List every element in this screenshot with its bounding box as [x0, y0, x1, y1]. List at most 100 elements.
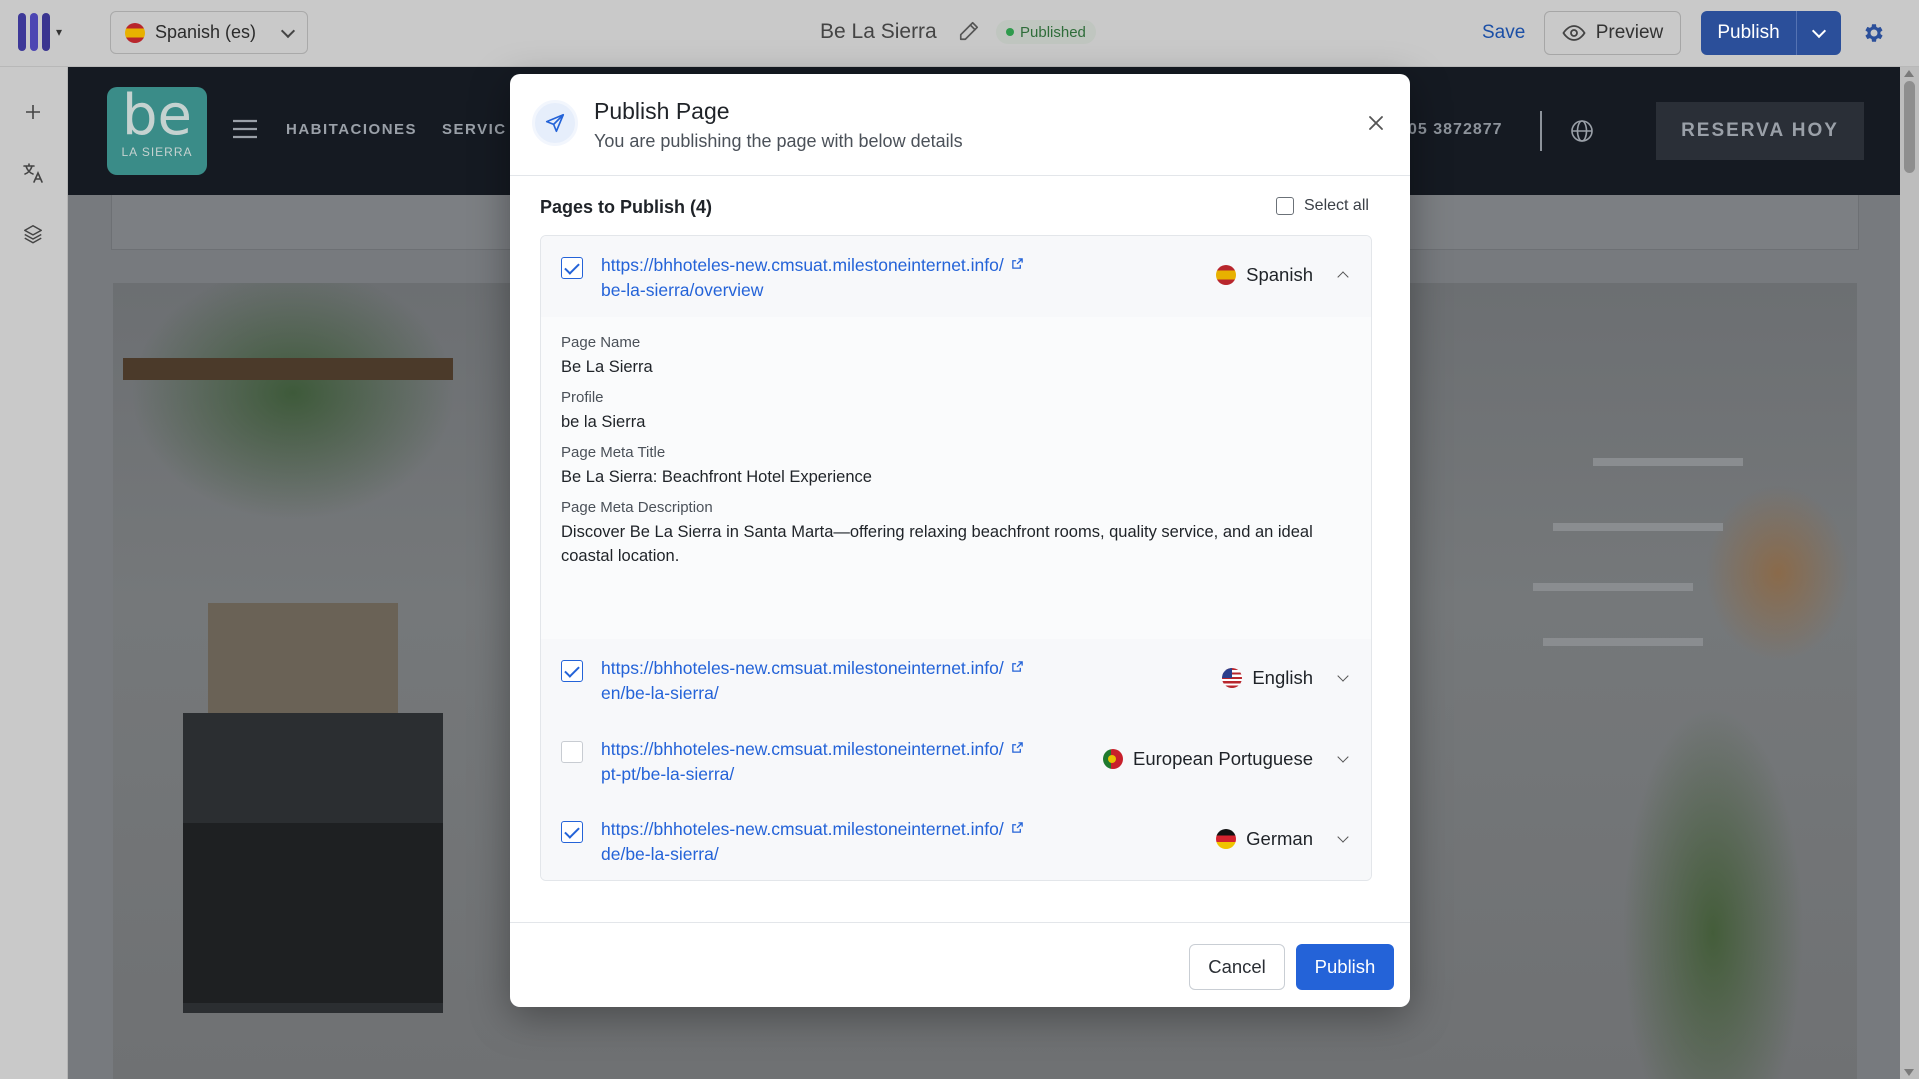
language-label: Spanish [1246, 264, 1313, 285]
page-details-panel: Page Name Be La Sierra Profile be la Sie… [541, 317, 1371, 640]
scrollbar-thumb[interactable] [1904, 81, 1915, 173]
us-flag-icon [1222, 668, 1243, 688]
chevron-up-icon [1337, 271, 1349, 283]
modal-subtitle: You are publishing the page with below d… [594, 131, 963, 151]
plus-icon [26, 105, 40, 119]
external-link-icon [1011, 742, 1023, 753]
chevron-down-icon: ▾ [56, 25, 63, 39]
language-toggle-european-portuguese[interactable]: European Portuguese [1103, 748, 1349, 770]
meta-title-value: Be La Sierra: Beachfront Hotel Experienc… [561, 468, 872, 486]
send-icon [532, 100, 578, 146]
modal-footer: Cancel Publish [510, 922, 1410, 1007]
site-logo-subtext: LA SIERRA [121, 145, 193, 159]
phone-number[interactable]: 05 3872877 [1408, 121, 1503, 139]
save-button[interactable]: Save [1482, 22, 1525, 44]
language-toggle-german[interactable]: German [1216, 828, 1349, 850]
page-checkbox-english[interactable] [561, 660, 583, 682]
status-dot-icon [1006, 28, 1014, 36]
meta-description-label: Page Meta Description [561, 499, 713, 516]
profile-label: Profile [561, 389, 604, 406]
spain-flag-icon [1216, 265, 1237, 285]
status-badge: Published [996, 20, 1096, 44]
portugal-flag-icon [1103, 749, 1123, 769]
publish-split-button: Publish [1701, 11, 1841, 55]
page-row-english: https://bhhoteles-new.cmsuat.milestonein… [541, 639, 1371, 721]
page-url-link[interactable]: https://bhhoteles-new.cmsuat.milestonein… [601, 656, 1061, 706]
translate-icon [23, 163, 43, 183]
page-url-link[interactable]: https://bhhoteles-new.cmsuat.milestonein… [601, 817, 1061, 867]
spain-flag-icon [125, 22, 145, 43]
preview-button-label: Preview [1595, 22, 1664, 43]
translate-button[interactable] [18, 158, 48, 188]
page-url-line2: be-la-sierra/overview [601, 280, 764, 300]
chevron-down-icon [1337, 831, 1349, 843]
page-scrollbar[interactable] [1900, 67, 1919, 1079]
language-toggle-english[interactable]: English [1222, 667, 1349, 689]
gear-icon[interactable] [1862, 21, 1886, 45]
hamburger-icon[interactable] [232, 119, 258, 139]
close-button[interactable] [1365, 112, 1387, 134]
site-logo-text: be [122, 83, 192, 148]
page-checkbox-german[interactable] [561, 821, 583, 843]
page-row-german: https://bhhoteles-new.cmsuat.milestonein… [541, 800, 1371, 880]
page-checkbox-european-portuguese[interactable] [561, 741, 583, 763]
select-all-label: Select all [1304, 197, 1369, 214]
page-url-link[interactable]: https://bhhoteles-new.cmsuat.milestonein… [601, 737, 1061, 787]
publish-options-button[interactable] [1796, 11, 1841, 55]
reserve-now-button[interactable]: RESERVA HOY [1656, 102, 1864, 160]
nav-item-servicios[interactable]: SERVIC [442, 121, 507, 138]
page-row-spanish: https://bhhoteles-new.cmsuat.milestonein… [541, 236, 1371, 640]
language-label: German [1246, 828, 1313, 849]
app-menu-button[interactable]: ▾ [18, 12, 80, 52]
meta-description-value: Discover Be La Sierra in Santa Marta—off… [561, 523, 1313, 565]
page-url-line1: https://bhhoteles-new.cmsuat.milestonein… [601, 739, 1004, 759]
page-checkbox-spanish[interactable] [561, 257, 583, 279]
layers-button[interactable] [18, 219, 48, 249]
external-link-icon [1011, 258, 1023, 269]
page-name-label: Page Name [561, 334, 641, 351]
globe-icon[interactable] [1570, 119, 1594, 143]
language-selector-label: Spanish (es) [155, 22, 257, 42]
eye-icon [1562, 25, 1586, 41]
language-label: English [1252, 667, 1313, 688]
page-url-line2: de/be-la-sierra/ [601, 844, 719, 864]
select-all-checkbox[interactable]: Select all [1276, 197, 1369, 215]
page-url-line1: https://bhhoteles-new.cmsuat.milestonein… [601, 255, 1004, 275]
close-icon [1369, 116, 1383, 130]
scroll-down-arrow-icon[interactable] [1904, 1069, 1914, 1076]
modal-header: Publish Page You are publishing the page… [510, 74, 1410, 176]
left-rail [0, 67, 68, 1079]
profile-value: be la Sierra [561, 413, 646, 431]
select-all-checkbox-box[interactable] [1276, 197, 1294, 215]
scroll-up-arrow-icon[interactable] [1904, 70, 1914, 77]
pages-to-publish-heading: Pages to Publish (4) [540, 197, 713, 217]
page-url-line1: https://bhhoteles-new.cmsuat.milestonein… [601, 819, 1004, 839]
language-toggle-spanish[interactable]: Spanish [1216, 264, 1349, 286]
chevron-down-icon [1811, 23, 1827, 39]
page-url-link[interactable]: https://bhhoteles-new.cmsuat.milestonein… [601, 253, 1061, 303]
pencil-icon[interactable] [958, 20, 980, 42]
site-logo[interactable]: be LA SIERRA [107, 87, 207, 175]
chevron-down-icon [1337, 751, 1349, 763]
top-publish-button[interactable]: Publish [1701, 11, 1796, 55]
language-selector[interactable]: Spanish (es) [110, 11, 308, 54]
chevron-down-icon [1337, 670, 1349, 682]
layers-icon [24, 225, 42, 244]
page-name-value: Be La Sierra [561, 358, 653, 376]
cancel-button[interactable]: Cancel [1189, 944, 1285, 990]
nav-item-habitaciones[interactable]: HABITACIONES [286, 121, 417, 138]
page-row-european-portuguese: https://bhhoteles-new.cmsuat.milestonein… [541, 720, 1371, 801]
chevron-down-icon [280, 23, 296, 38]
pages-list: https://bhhoteles-new.cmsuat.milestonein… [540, 235, 1372, 881]
page-title: Be La Sierra [820, 20, 937, 43]
external-link-icon [1011, 822, 1023, 833]
publish-button[interactable]: Publish [1296, 944, 1394, 990]
status-badge-label: Published [1020, 23, 1086, 41]
add-block-button[interactable] [18, 97, 48, 127]
top-toolbar: ▾ Spanish (es) Be La Sierra Published Sa… [0, 0, 1919, 67]
page-url-line1: https://bhhoteles-new.cmsuat.milestonein… [601, 658, 1004, 678]
meta-title-label: Page Meta Title [561, 444, 666, 461]
app-logo-icon [18, 13, 50, 51]
preview-button[interactable]: Preview [1544, 11, 1681, 55]
page-url-line2: en/be-la-sierra/ [601, 683, 719, 703]
